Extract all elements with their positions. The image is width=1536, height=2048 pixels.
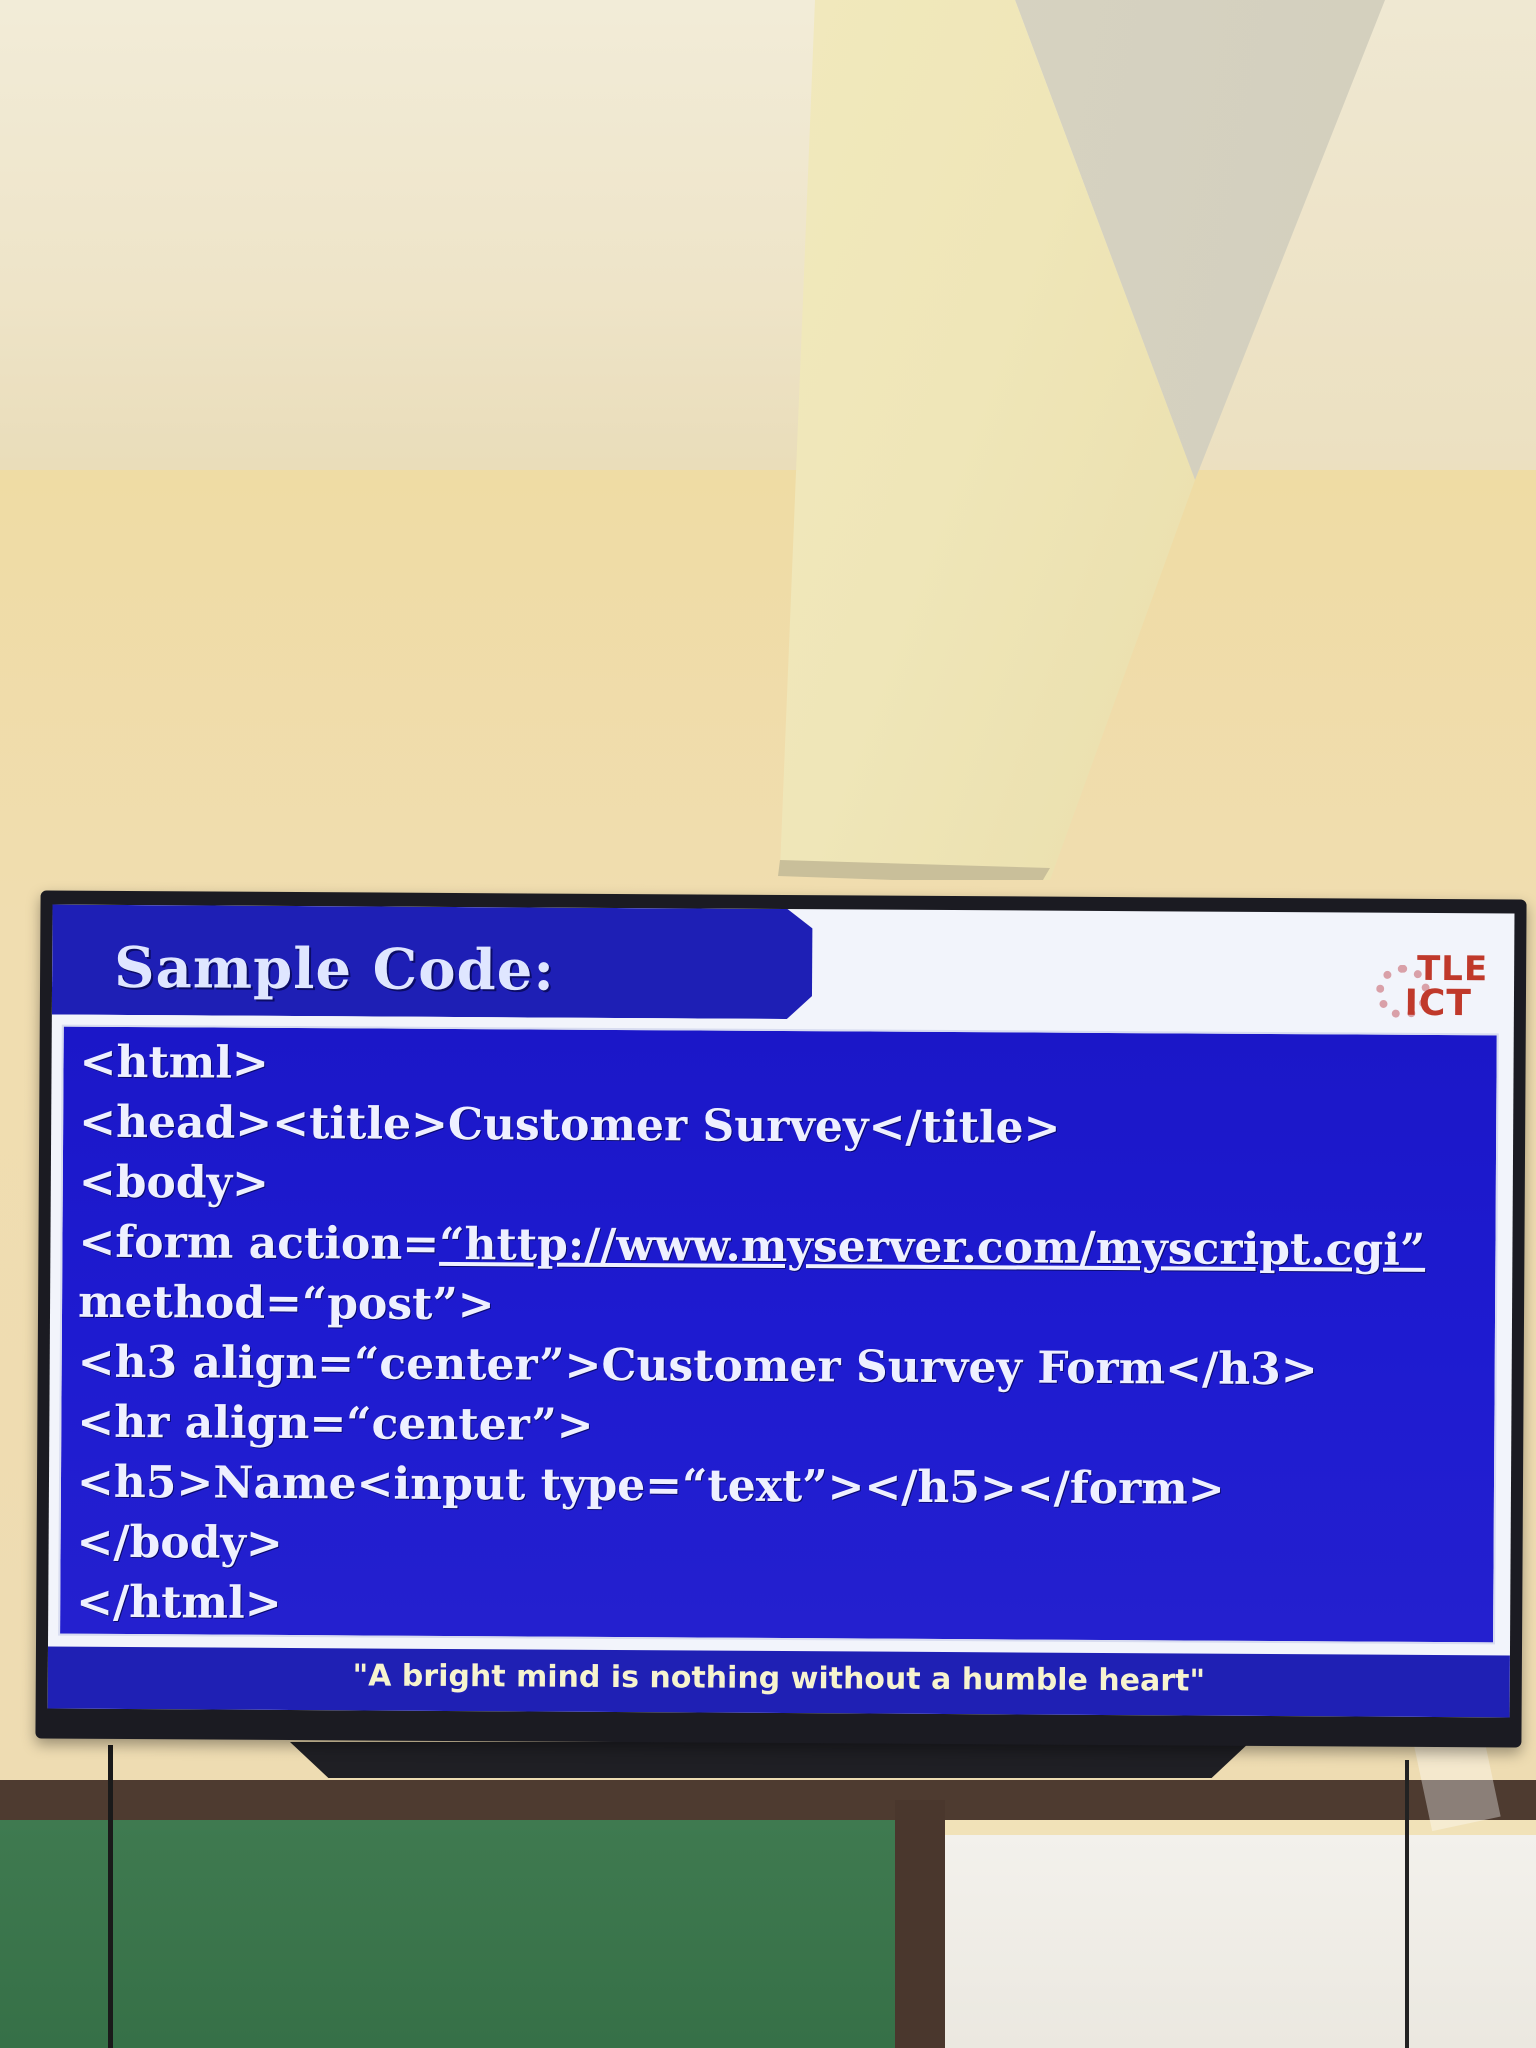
code-box: <html> <head><title>Customer Survey</tit… [58,1024,1499,1645]
board-top-strip [0,1780,1536,1820]
form-action-url: “http://www.myserver.com/myscript.cgi” [439,1218,1426,1276]
slide-footer-band: "A bright mind is nothing without a humb… [47,1646,1510,1718]
code-line: method=“post”> [77,1276,495,1331]
code-line: <form action=“http://www.myserver.com/my… [78,1213,1485,1282]
board-frame [895,1800,945,2048]
tv-screen: Sample Code: TLE ICT <html> <head><title… [47,904,1515,1718]
cable-right [1405,1760,1409,2048]
logo-text-ict: ICT [1404,982,1473,1025]
code-line: <body> [78,1156,270,1209]
code-line: <hr align=“center”> [77,1396,594,1451]
tle-ict-logo: TLE ICT [1368,949,1488,1040]
code-text: <form action= [78,1216,440,1270]
code-line: </body> [76,1516,284,1569]
code-line: <h5>Name<input type=“text”></h5></form> [76,1456,1225,1515]
code-lines: <html> <head><title>Customer Survey</tit… [76,1033,1487,1642]
cable-left [108,1745,113,2048]
slide-title: Sample Code: [113,934,556,1004]
footer-quote: "A bright mind is nothing without a humb… [352,1658,1206,1699]
code-line: <head><title>Customer Survey</title> [79,1096,1061,1154]
code-line: <html> [79,1036,270,1089]
green-chalkboard [0,1820,905,2048]
code-line: <h3 align=“center”>Customer Survey Form<… [77,1336,1318,1396]
whiteboard [945,1835,1536,2048]
tv: Sample Code: TLE ICT <html> <head><title… [35,890,1527,1748]
tv-stand [290,1742,1250,1778]
code-line: </html> [76,1576,282,1629]
